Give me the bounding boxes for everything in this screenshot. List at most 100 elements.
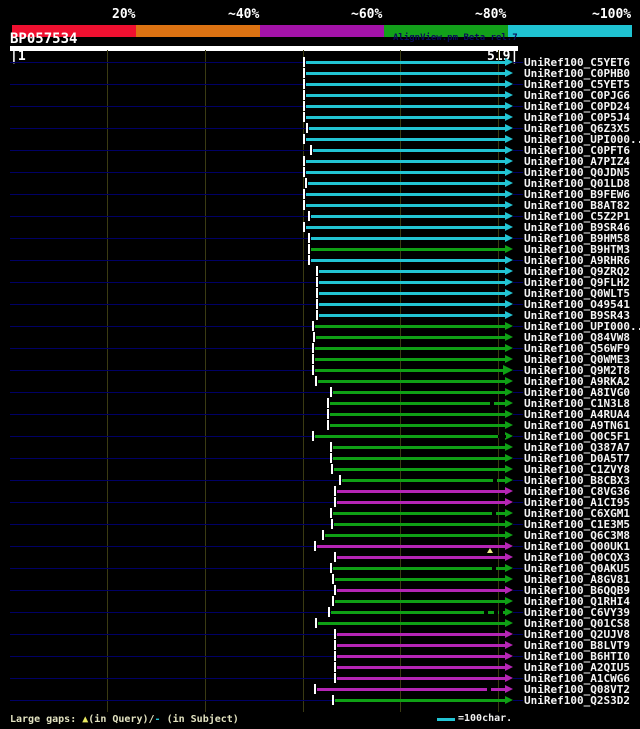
arrow-head-icon (505, 597, 513, 605)
start-tick (332, 574, 334, 584)
start-tick (303, 79, 305, 89)
alignment-bar[interactable] (306, 204, 505, 207)
alignment-bar[interactable] (306, 72, 505, 75)
alignment-bar[interactable] (315, 358, 505, 361)
alignment-bar[interactable] (333, 391, 505, 394)
alignment-bar[interactable] (337, 633, 505, 636)
alignment-bar[interactable] (330, 413, 505, 416)
alignment-bar[interactable] (318, 622, 505, 625)
alignment-bar[interactable] (306, 116, 505, 119)
alignment-bar[interactable] (306, 138, 505, 141)
trace-line (10, 348, 315, 349)
alignment-bar[interactable] (342, 479, 505, 482)
alignment-bar[interactable] (337, 490, 505, 493)
arrow-head-icon (505, 157, 513, 165)
alignment-bar[interactable] (330, 402, 505, 405)
start-tick (303, 134, 305, 144)
alignment-bar[interactable] (315, 435, 505, 438)
alignment-bar[interactable] (315, 347, 505, 350)
alignment-bar[interactable] (306, 193, 505, 196)
alignment-bar[interactable] (333, 446, 505, 449)
start-tick (334, 640, 336, 650)
arrow-head-icon (505, 311, 513, 319)
alignment-bar[interactable] (318, 380, 505, 383)
alignment-bar[interactable] (316, 336, 505, 339)
alignment-bar[interactable] (308, 182, 505, 185)
alignment-bar[interactable] (337, 655, 505, 658)
arrow-head-icon (505, 179, 513, 187)
alignment-bar[interactable] (317, 545, 505, 548)
alignment-bar[interactable] (319, 303, 505, 306)
subject-gap-dash (493, 479, 497, 482)
alignment-bar[interactable] (331, 611, 505, 614)
alignment-bar[interactable] (306, 226, 505, 229)
subject-gap-dash (494, 611, 498, 614)
unit-scale-label: =100char. (458, 713, 513, 724)
start-tick (330, 508, 332, 518)
alignment-row[interactable]: UniRef100_Q2S3D2 (0, 695, 640, 706)
trace-line (10, 524, 334, 525)
alignment-bar[interactable] (311, 259, 505, 262)
alignment-bar[interactable] (319, 270, 505, 273)
start-tick (310, 145, 312, 155)
trace-line (513, 700, 523, 701)
alignment-bar[interactable] (313, 149, 505, 152)
alignment-bar[interactable] (333, 457, 505, 460)
alignment-bar[interactable] (317, 688, 505, 691)
trace-line (513, 678, 523, 679)
hit-label[interactable]: UniRef100_Q2S3D2 (524, 695, 630, 706)
arrow-head-icon (505, 487, 513, 495)
alignment-bar[interactable] (315, 325, 505, 328)
trace-line (513, 304, 523, 305)
start-tick (330, 453, 332, 463)
start-tick (303, 200, 305, 210)
alignment-bar[interactable] (306, 105, 505, 108)
trace-line (10, 172, 306, 173)
arrow-head-icon (505, 267, 513, 275)
alignment-bar[interactable] (337, 556, 505, 559)
alignment-bar[interactable] (306, 160, 505, 163)
trace-line (10, 436, 315, 437)
subject-gap-dash (499, 611, 503, 614)
start-tick (334, 486, 336, 496)
alignment-bar[interactable] (337, 666, 505, 669)
alignment-bar[interactable] (306, 171, 505, 174)
alignment-bar[interactable] (330, 424, 505, 427)
subject-gap-dash (502, 435, 506, 438)
alignment-bar[interactable] (311, 215, 505, 218)
alignment-bar[interactable] (337, 589, 505, 592)
alignment-bar[interactable] (306, 61, 505, 64)
alignment-bar[interactable] (319, 292, 505, 295)
alignment-bar[interactable] (335, 600, 505, 603)
alignment-bar[interactable] (334, 523, 505, 526)
trace-line (10, 700, 335, 701)
identity-scale-bar (12, 25, 632, 37)
alignment-bar[interactable] (319, 281, 505, 284)
alignment-bar[interactable] (337, 677, 505, 680)
arrow-head-icon (505, 333, 513, 341)
alignment-bar[interactable] (337, 501, 505, 504)
scale-label-80: ~80% (475, 7, 507, 22)
arrow-head-icon (505, 520, 513, 528)
arrow-head-icon (505, 278, 513, 286)
alignment-bar[interactable] (325, 534, 505, 537)
trace-line (513, 84, 523, 85)
alignment-bar[interactable] (333, 512, 505, 515)
alignment-bar[interactable] (335, 578, 505, 581)
alignment-bar[interactable] (335, 699, 505, 702)
scale-label-40: ~40% (228, 7, 260, 22)
alignment-bar[interactable] (306, 94, 505, 97)
alignment-bar[interactable] (337, 644, 505, 647)
alignment-bar[interactable] (311, 248, 505, 251)
alignment-bar[interactable] (333, 567, 505, 570)
arrow-head-icon (505, 454, 513, 462)
alignment-bar[interactable] (334, 468, 505, 471)
trace-line (513, 348, 523, 349)
alignment-bar[interactable] (311, 237, 505, 240)
trace-line (10, 304, 319, 305)
alignment-bar[interactable] (319, 314, 505, 317)
start-tick (303, 112, 305, 122)
alignment-bar[interactable] (315, 369, 505, 372)
alignment-bar[interactable] (309, 127, 505, 130)
alignment-bar[interactable] (306, 83, 505, 86)
